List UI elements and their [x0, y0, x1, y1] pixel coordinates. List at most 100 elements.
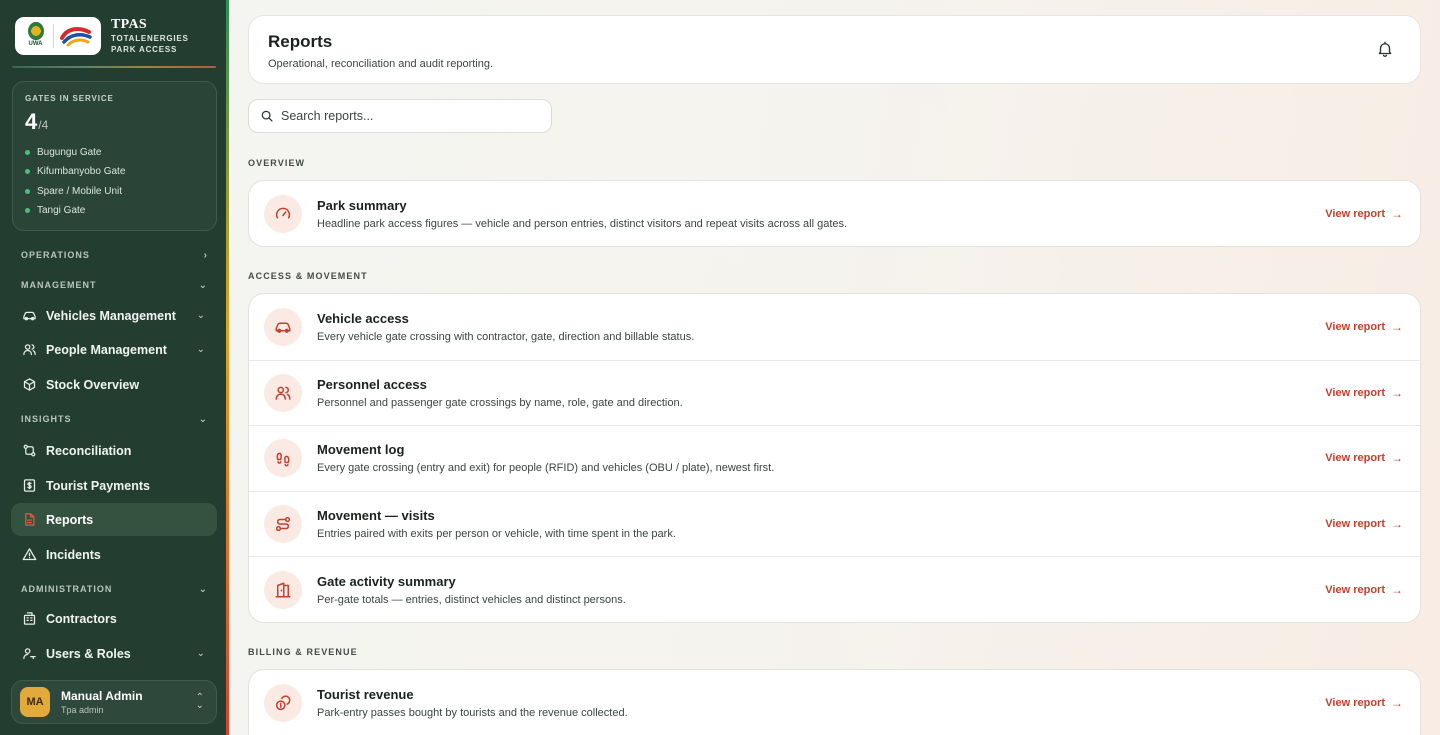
bell-icon[interactable]	[1376, 40, 1394, 58]
view-report-label: View report	[1325, 583, 1385, 596]
report-description: Per-gate totals — entries, distinct vehi…	[317, 593, 626, 606]
chevron-down-icon: ⌄	[196, 344, 205, 355]
page-title: Reports	[268, 32, 333, 51]
gate-name: Bugungu Gate	[37, 147, 102, 159]
building-icon	[21, 611, 37, 627]
report-row-movement-log[interactable]: Movement log Every gate crossing (entry …	[249, 425, 1420, 491]
report-description: Headline park access figures — vehicle a…	[317, 217, 848, 230]
car-icon	[264, 307, 302, 346]
nav-item-stock-overview[interactable]: Stock Overview	[11, 368, 217, 401]
gate-list: Bugungu Gate Kifumbanyobo Gate Spare / M…	[25, 143, 204, 220]
chevron-down-icon: ⌄	[198, 413, 207, 425]
nav-item-users-roles[interactable]: Users & Roles ⌄	[11, 637, 217, 670]
coins-icon	[264, 683, 302, 722]
uwa-logo: UWA	[24, 22, 48, 50]
nav-item-label: Vehicles Management	[46, 308, 176, 323]
report-row-tourist-revenue[interactable]: Tourist revenue Park-entry passes bought…	[249, 670, 1420, 735]
user-key-icon	[21, 646, 37, 662]
nav-item-people-management[interactable]: People Management ⌄	[11, 333, 217, 366]
section-heading-overview: OVERVIEW	[248, 158, 306, 168]
nav-section-label: OPERATIONS	[21, 250, 90, 260]
gauge-icon	[264, 194, 302, 233]
nav-item-label: Incidents	[46, 547, 101, 562]
box-icon	[21, 377, 37, 393]
report-row-gate-activity-summary[interactable]: Gate activity summary Per-gate totals — …	[249, 556, 1420, 622]
nav-section-management[interactable]: MANAGEMENT ⌄	[21, 278, 207, 292]
report-row-personnel-access[interactable]: Personnel access Personnel and passenger…	[249, 359, 1420, 426]
user-name: Manual Admin	[61, 689, 143, 703]
gate-item: Tangi Gate	[25, 201, 204, 220]
report-row-vehicle-access[interactable]: Vehicle access Every vehicle gate crossi…	[249, 294, 1420, 360]
report-group-access: Vehicle access Every vehicle gate crossi…	[248, 293, 1421, 623]
sidebar-accent-edge	[226, 0, 229, 735]
report-row-park-summary[interactable]: Park summary Headline park access figure…	[249, 181, 1420, 246]
user-menu[interactable]: MA Manual Admin Tpa admin ⌃ ⌄	[11, 680, 217, 724]
arrow-right-icon: →	[1391, 319, 1403, 334]
nav-item-tourist-payments[interactable]: Tourist Payments	[11, 469, 217, 502]
nav-section-administration[interactable]: ADMINISTRATION ⌄	[21, 582, 207, 596]
report-title: Personnel access	[317, 376, 427, 392]
report-title: Movement log	[317, 442, 405, 458]
avatar: MA	[20, 687, 50, 717]
gates-count: 4 /4	[25, 109, 204, 135]
section-heading-billing: BILLING & REVENUE	[248, 647, 358, 657]
view-report-label: View report	[1325, 386, 1385, 399]
report-description: Personnel and passenger gate crossings b…	[317, 396, 683, 409]
view-report-link[interactable]: View report →	[1325, 386, 1403, 400]
reconciliation-icon	[21, 443, 37, 459]
file-report-icon	[21, 512, 37, 528]
gate-name: Spare / Mobile Unit	[37, 185, 123, 197]
nav-section-operations[interactable]: OPERATIONS ›	[21, 248, 207, 262]
gate-icon	[264, 570, 302, 609]
brand-divider	[12, 66, 216, 68]
arrow-right-icon: →	[1391, 695, 1403, 710]
status-dot-icon	[25, 169, 30, 175]
arrow-right-icon: →	[1391, 206, 1403, 221]
brand-logos: UWA	[15, 17, 101, 55]
report-title: Park summary	[317, 197, 407, 213]
nav-item-vehicles-management[interactable]: Vehicles Management ⌄	[11, 299, 217, 332]
view-report-link[interactable]: View report →	[1325, 696, 1403, 710]
users-icon	[21, 342, 37, 358]
chevron-down-icon: ⌄	[196, 310, 205, 321]
view-report-link[interactable]: View report →	[1325, 451, 1403, 465]
search-input[interactable]	[281, 109, 541, 123]
gate-item: Bugungu Gate	[25, 143, 204, 162]
report-description: Entries paired with exits per person or …	[317, 528, 676, 541]
gate-item: Spare / Mobile Unit	[25, 182, 204, 201]
nav-item-label: Users & Roles	[46, 646, 131, 661]
status-dot-icon	[25, 188, 30, 194]
status-dot-icon	[25, 150, 30, 156]
user-role: Tpa admin	[61, 705, 104, 715]
view-report-link[interactable]: View report →	[1325, 517, 1403, 531]
view-report-link[interactable]: View report →	[1325, 320, 1403, 334]
nav-item-reports[interactable]: Reports	[11, 503, 217, 536]
nav-section-label: ADMINISTRATION	[21, 584, 113, 594]
view-report-label: View report	[1325, 696, 1385, 709]
gates-label: GATES IN SERVICE	[25, 94, 114, 103]
gates-in-service-card: GATES IN SERVICE 4 /4 Bugungu Gate Kifum…	[12, 81, 217, 231]
nav-item-label: Reconciliation	[46, 443, 132, 458]
search-box[interactable]	[248, 99, 552, 133]
view-report-label: View report	[1325, 207, 1385, 220]
nav-item-incidents[interactable]: Incidents	[11, 538, 217, 571]
report-group-billing: Tourist revenue Park-entry passes bought…	[248, 669, 1421, 735]
brand-title: TPAS	[111, 17, 147, 32]
nav-section-insights[interactable]: INSIGHTS ⌄	[21, 412, 207, 426]
nav-item-contractors[interactable]: Contractors	[11, 602, 217, 635]
gate-name: Tangi Gate	[37, 205, 86, 217]
brand[interactable]: UWA TPAS TOTALENERGIES PARK ACCESS	[15, 16, 189, 56]
arrow-right-icon: →	[1391, 582, 1403, 597]
chevron-right-icon: ›	[203, 249, 207, 261]
report-row-movement-visits[interactable]: Movement — visits Entries paired with ex…	[249, 490, 1420, 557]
sidebar: UWA TPAS TOTALENERGIES PARK ACCESS GATES…	[0, 0, 228, 735]
page-subtitle: Operational, reconciliation and audit re…	[268, 58, 494, 70]
nav-item-label: Reports	[46, 512, 94, 527]
gate-name: Kifumbanyobo Gate	[37, 166, 126, 178]
view-report-link[interactable]: View report →	[1325, 583, 1403, 597]
nav-item-reconciliation[interactable]: Reconciliation	[11, 434, 217, 467]
search-icon	[261, 110, 273, 122]
nav-section-label: INSIGHTS	[21, 414, 72, 424]
chevron-up-down-icon: ⌃ ⌄	[195, 692, 204, 711]
view-report-link[interactable]: View report →	[1325, 207, 1403, 221]
